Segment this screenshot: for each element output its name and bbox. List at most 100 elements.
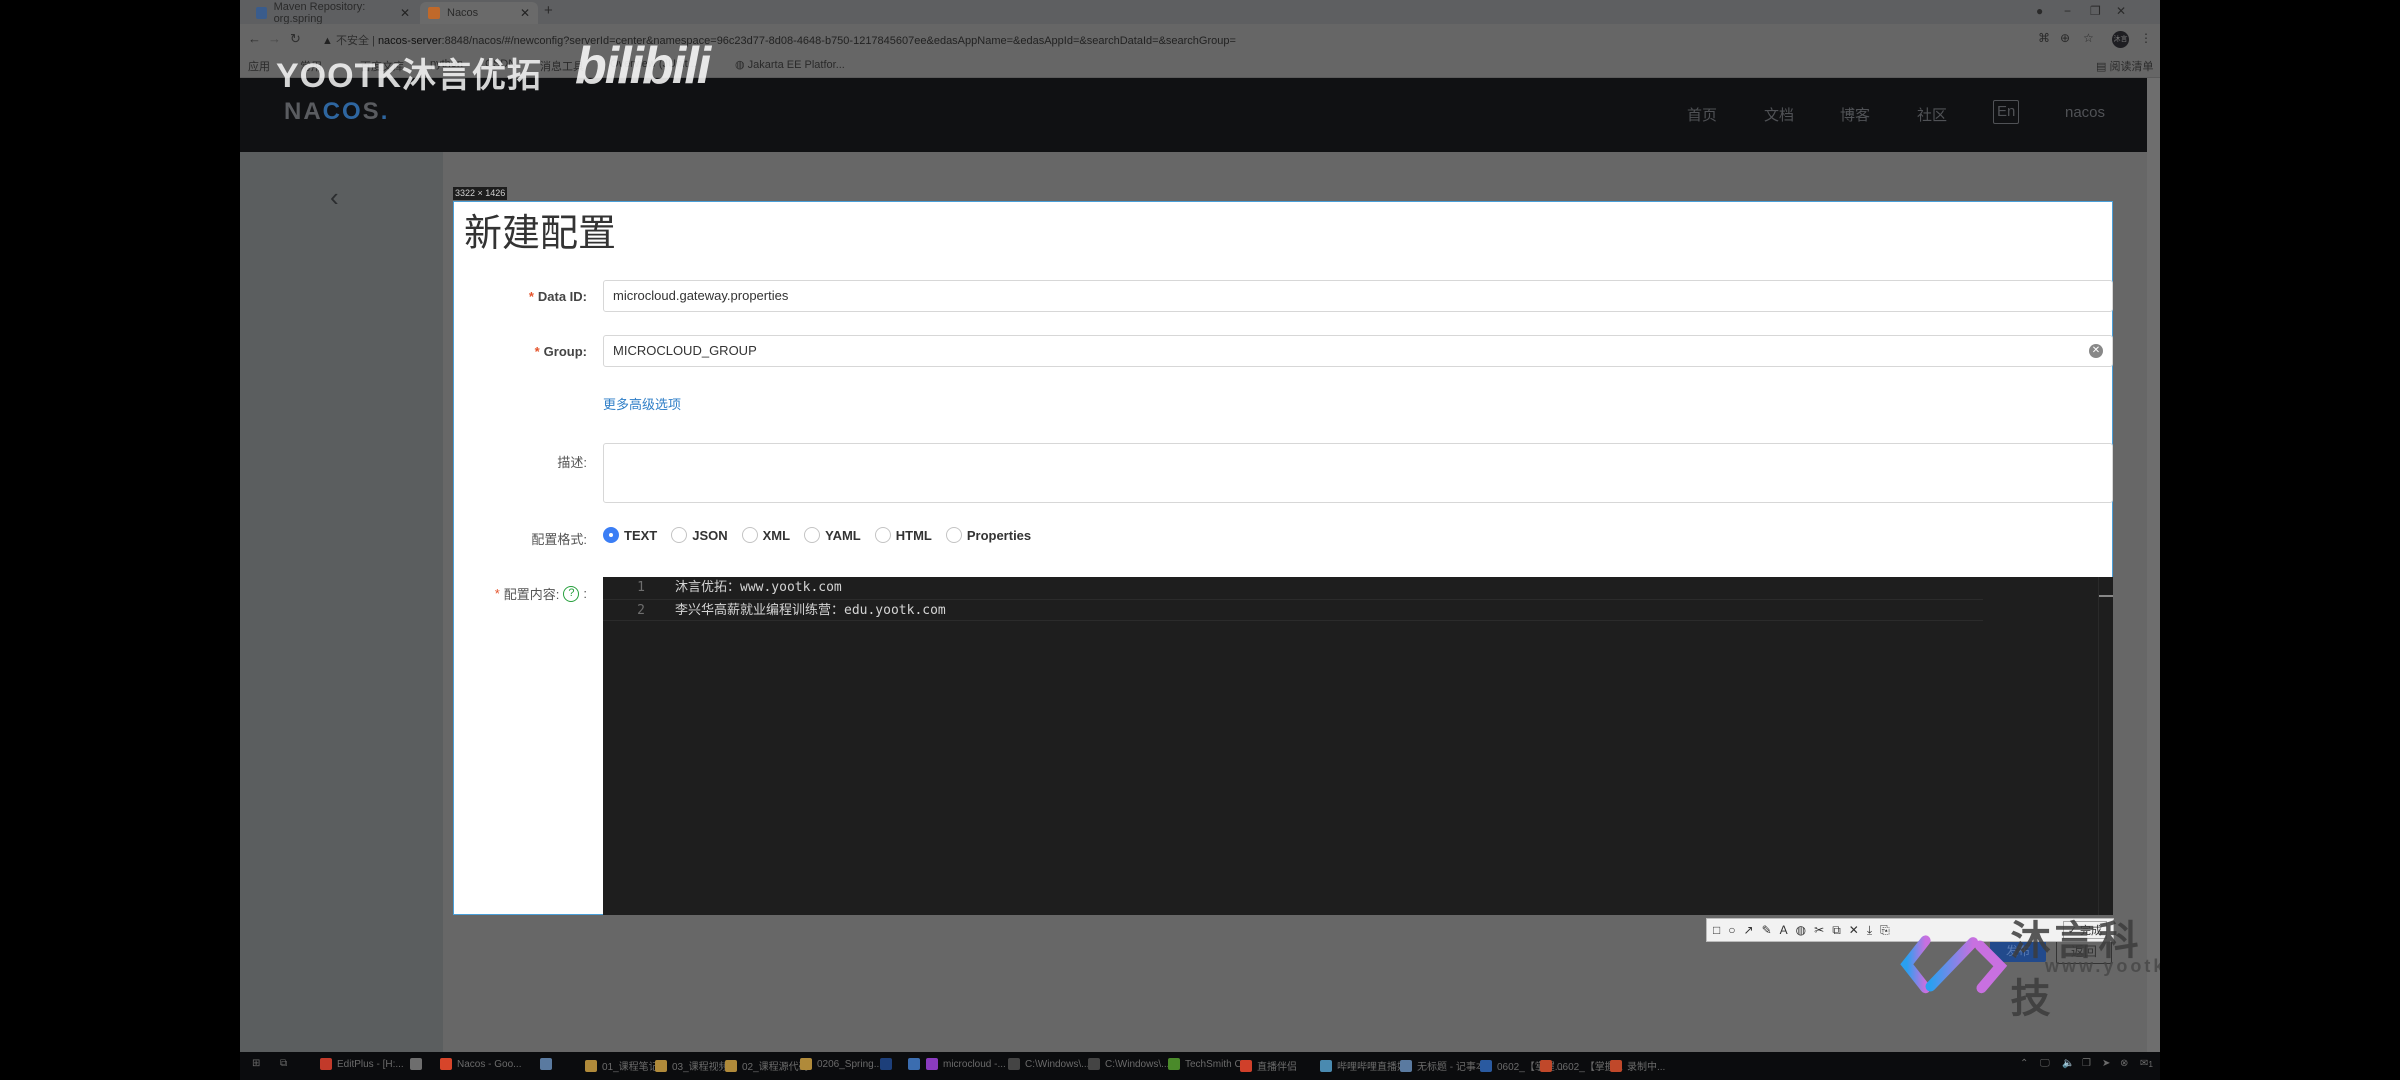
taskbar-item[interactable] <box>880 1058 897 1070</box>
save-capture-icon[interactable]: ⤓ <box>1867 923 1872 938</box>
profile-menu-icon[interactable]: ● <box>2036 4 2043 18</box>
format-option-text[interactable]: TEXT <box>603 527 657 543</box>
taskbar-item[interactable] <box>908 1058 925 1070</box>
mosaic-tool-icon[interactable]: ◍ <box>1796 923 1806 937</box>
back-arrow-icon[interactable]: ‹ <box>330 182 339 213</box>
advanced-options-link[interactable]: 更多高级选项 <box>603 394 681 413</box>
cancel-capture-icon[interactable]: ✕ <box>1849 923 1859 937</box>
radio-icon <box>741 527 758 543</box>
network-icon[interactable]: 🖵 <box>2040 1058 2050 1069</box>
display-icon[interactable]: ❐ <box>2082 1058 2091 1069</box>
restore-button[interactable]: ❐ <box>2090 4 2101 18</box>
language-toggle[interactable]: En <box>1993 100 2020 124</box>
rectangle-tool-icon[interactable]: □ <box>1713 923 1720 937</box>
code-editor[interactable]: 1 沐言优拓：www.yootk.com 2 李兴华高薪就业编程训练营：edu.… <box>603 577 2113 915</box>
group-input[interactable]: MICROCLOUD_GROUP ✕ <box>603 335 2113 367</box>
tab-maven-repository[interactable]: Maven Repository: org.spring ✕ <box>248 1 418 25</box>
notifications-icon[interactable]: ✉ 1 <box>2140 1058 2153 1069</box>
capture-dimensions: 3322 × 1426 <box>453 187 508 200</box>
taskbar-item[interactable]: TechSmith C... <box>1168 1058 1250 1070</box>
radio-label: Properties <box>966 527 1032 543</box>
editor-line: 1 沐言优拓：www.yootk.com <box>603 577 1983 599</box>
bookmark-star-icon[interactable]: ☆ <box>2083 31 2094 45</box>
taskbar-item[interactable]: 0206_Spring... <box>800 1058 882 1070</box>
taskbar-item[interactable]: 03_课程视频 <box>655 1058 729 1073</box>
taskbar-item[interactable]: C:\Windows\... <box>1008 1058 1089 1070</box>
taskbar-item[interactable]: Nacos - Goo... <box>440 1058 521 1070</box>
taskbar-item[interactable]: 直播伴侣 <box>1240 1058 1297 1073</box>
close-tray-icon[interactable]: ⊗ <box>2120 1058 2128 1069</box>
taskbar-item[interactable]: C:\Windows\... <box>1088 1058 1169 1070</box>
user-menu[interactable]: nacos <box>2065 104 2105 121</box>
minimize-button[interactable]: − <box>2064 4 2071 18</box>
help-icon[interactable]: ? <box>563 585 580 602</box>
app-icon <box>410 1058 422 1070</box>
description-textarea[interactable] <box>603 443 2113 503</box>
send-icon[interactable]: ➤ <box>2102 1058 2110 1069</box>
yootk-logo-icon <box>1900 935 2008 994</box>
zoom-icon[interactable]: ⊕ <box>2060 31 2070 45</box>
ellipse-tool-icon[interactable]: ○ <box>1728 923 1735 937</box>
sidebar-collapsed: ‹ <box>240 152 443 1052</box>
tab-nacos[interactable]: Nacos ✕ <box>420 2 538 24</box>
globe-icon: ◍ <box>735 59 748 71</box>
radio-icon <box>804 527 821 543</box>
format-option-xml[interactable]: XML <box>741 527 790 543</box>
taskbar-item[interactable] <box>410 1058 427 1070</box>
radio-label: YAML <box>825 527 861 543</box>
reload-icon[interactable]: ↻ <box>290 31 301 47</box>
translate-icon[interactable]: ⌘ <box>2038 31 2050 45</box>
reading-list-button[interactable]: ▤ 阅读清单 <box>2096 58 2153 74</box>
format-option-json[interactable]: JSON <box>671 527 728 543</box>
copy-capture-icon[interactable]: ⎘ <box>1880 923 1890 938</box>
nav-community[interactable]: 社区 <box>1917 104 1947 125</box>
taskbar-item[interactable]: 02_课程源代码 <box>725 1058 809 1073</box>
profile-avatar[interactable]: 沐言 <box>2112 31 2129 48</box>
group-label: * Group: <box>535 344 587 359</box>
format-option-yaml[interactable]: YAML <box>804 527 861 543</box>
new-tab-button[interactable]: + <box>544 2 553 19</box>
data-id-input[interactable]: microcloud.gateway.properties <box>603 280 2113 312</box>
label-text: Group: <box>543 344 587 359</box>
bookmark-apps[interactable]: 应用 <box>248 58 270 74</box>
taskbar-item[interactable] <box>540 1058 557 1070</box>
taskbar-item-label: 直播伴侣 <box>1257 1062 1297 1073</box>
volume-icon[interactable]: 🔈 <box>2062 1058 2074 1069</box>
close-tab-icon[interactable]: ✕ <box>520 6 530 20</box>
taskbar-item[interactable]: 哔哩哔哩直播姬 <box>1320 1058 1407 1073</box>
taskbar-item-label: C:\Windows\... <box>1105 1058 1170 1070</box>
page-scrollbar[interactable] <box>2147 78 2160 1052</box>
task-view-button[interactable]: ⧉ <box>280 1058 287 1069</box>
security-label: 不安全 <box>335 35 369 47</box>
taskbar-item[interactable]: EditPlus - [H:... <box>320 1058 404 1070</box>
pin-tool-icon[interactable]: ⧉ <box>1832 923 1841 938</box>
pen-tool-icon[interactable]: ✎ <box>1762 923 1772 937</box>
nav-blog[interactable]: 博客 <box>1840 104 1870 125</box>
nav-docs[interactable]: 文档 <box>1764 104 1794 125</box>
url-field[interactable]: ▲ 不安全 | nacos-server:8848/nacos/#/newcon… <box>322 32 1236 48</box>
format-option-properties[interactable]: Properties <box>945 527 1032 543</box>
radio-selected-icon <box>603 527 619 543</box>
back-icon[interactable]: ← <box>248 31 261 46</box>
close-window-button[interactable]: ✕ <box>2116 4 2126 18</box>
clear-input-icon[interactable]: ✕ <box>2089 344 2103 358</box>
close-tab-icon[interactable]: ✕ <box>400 6 410 20</box>
app-icon <box>1400 1059 1412 1072</box>
nacos-logo[interactable]: NACOS. <box>284 98 389 126</box>
forward-icon[interactable]: → <box>268 31 281 46</box>
start-button[interactable]: ⊞ <box>252 1058 260 1069</box>
url-path: :8848/nacos/#/newconfig?serverId=center&… <box>441 35 1236 47</box>
taskbar-item[interactable]: 录制中... <box>1610 1058 1665 1073</box>
nav-home[interactable]: 首页 <box>1687 104 1717 125</box>
tray-overflow-icon[interactable]: ⌃ <box>2020 1058 2028 1069</box>
taskbar-item[interactable]: 无标题 - 记事本 <box>1400 1058 1486 1073</box>
taskbar-item[interactable]: 01_课程笔记 <box>585 1058 659 1073</box>
browser-menu-icon[interactable]: ⋮ <box>2140 31 2152 45</box>
crop-tool-icon[interactable]: ✂ <box>1814 923 1824 937</box>
bookmark-jakarta[interactable]: ◍ Jakarta EE Platfor... <box>735 58 845 71</box>
editor-scroll-thumb[interactable] <box>2099 595 2113 597</box>
text-tool-icon[interactable]: A <box>1780 923 1788 937</box>
taskbar-item[interactable]: microcloud -... <box>926 1058 1006 1070</box>
arrow-tool-icon[interactable]: ↗ <box>1744 923 1754 937</box>
format-option-html[interactable]: HTML <box>874 527 932 543</box>
